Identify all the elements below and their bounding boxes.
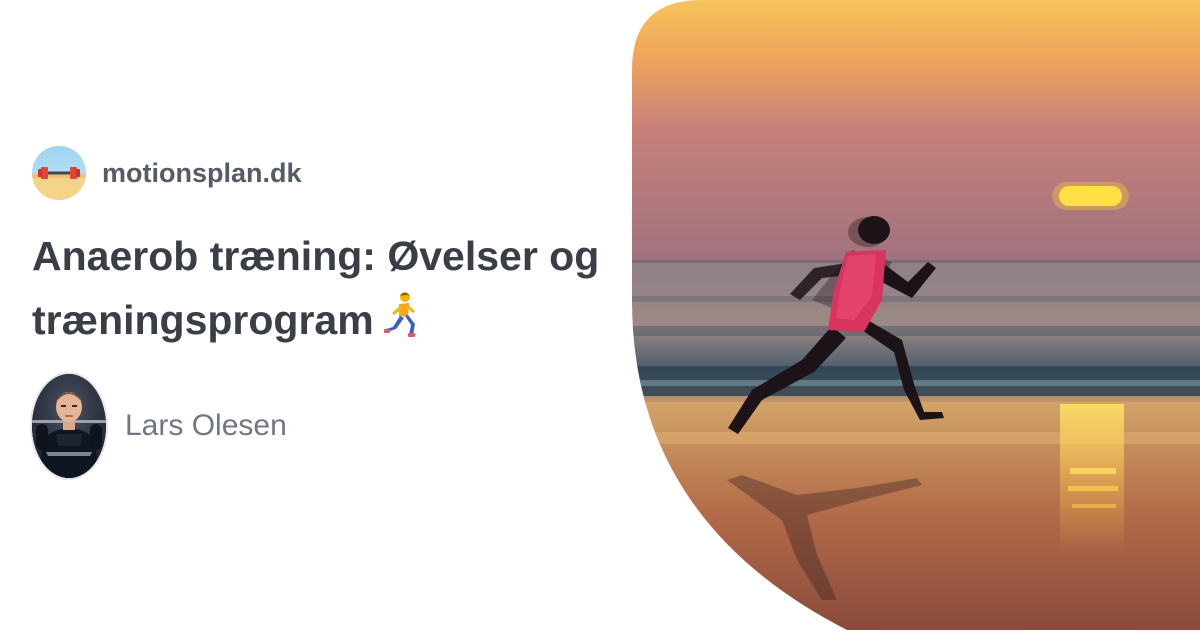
author-avatar[interactable] [32, 374, 106, 478]
person-running-icon [382, 291, 420, 355]
article-title-text: Anaerob træning: Øvelser og træningsprog… [32, 233, 600, 343]
author-name[interactable]: Lars Olesen [125, 409, 287, 443]
hero-image [632, 0, 1200, 630]
site-header: motionsplan.dk [32, 146, 302, 200]
social-share-card: motionsplan.dk Anaerob træning: Øvelser … [0, 0, 1200, 630]
beach-dumbbell-logo-icon [32, 146, 86, 200]
site-name[interactable]: motionsplan.dk [102, 158, 302, 189]
author-info: Lars Olesen [32, 374, 287, 478]
article-title[interactable]: Anaerob træning: Øvelser og træningsprog… [32, 224, 622, 355]
